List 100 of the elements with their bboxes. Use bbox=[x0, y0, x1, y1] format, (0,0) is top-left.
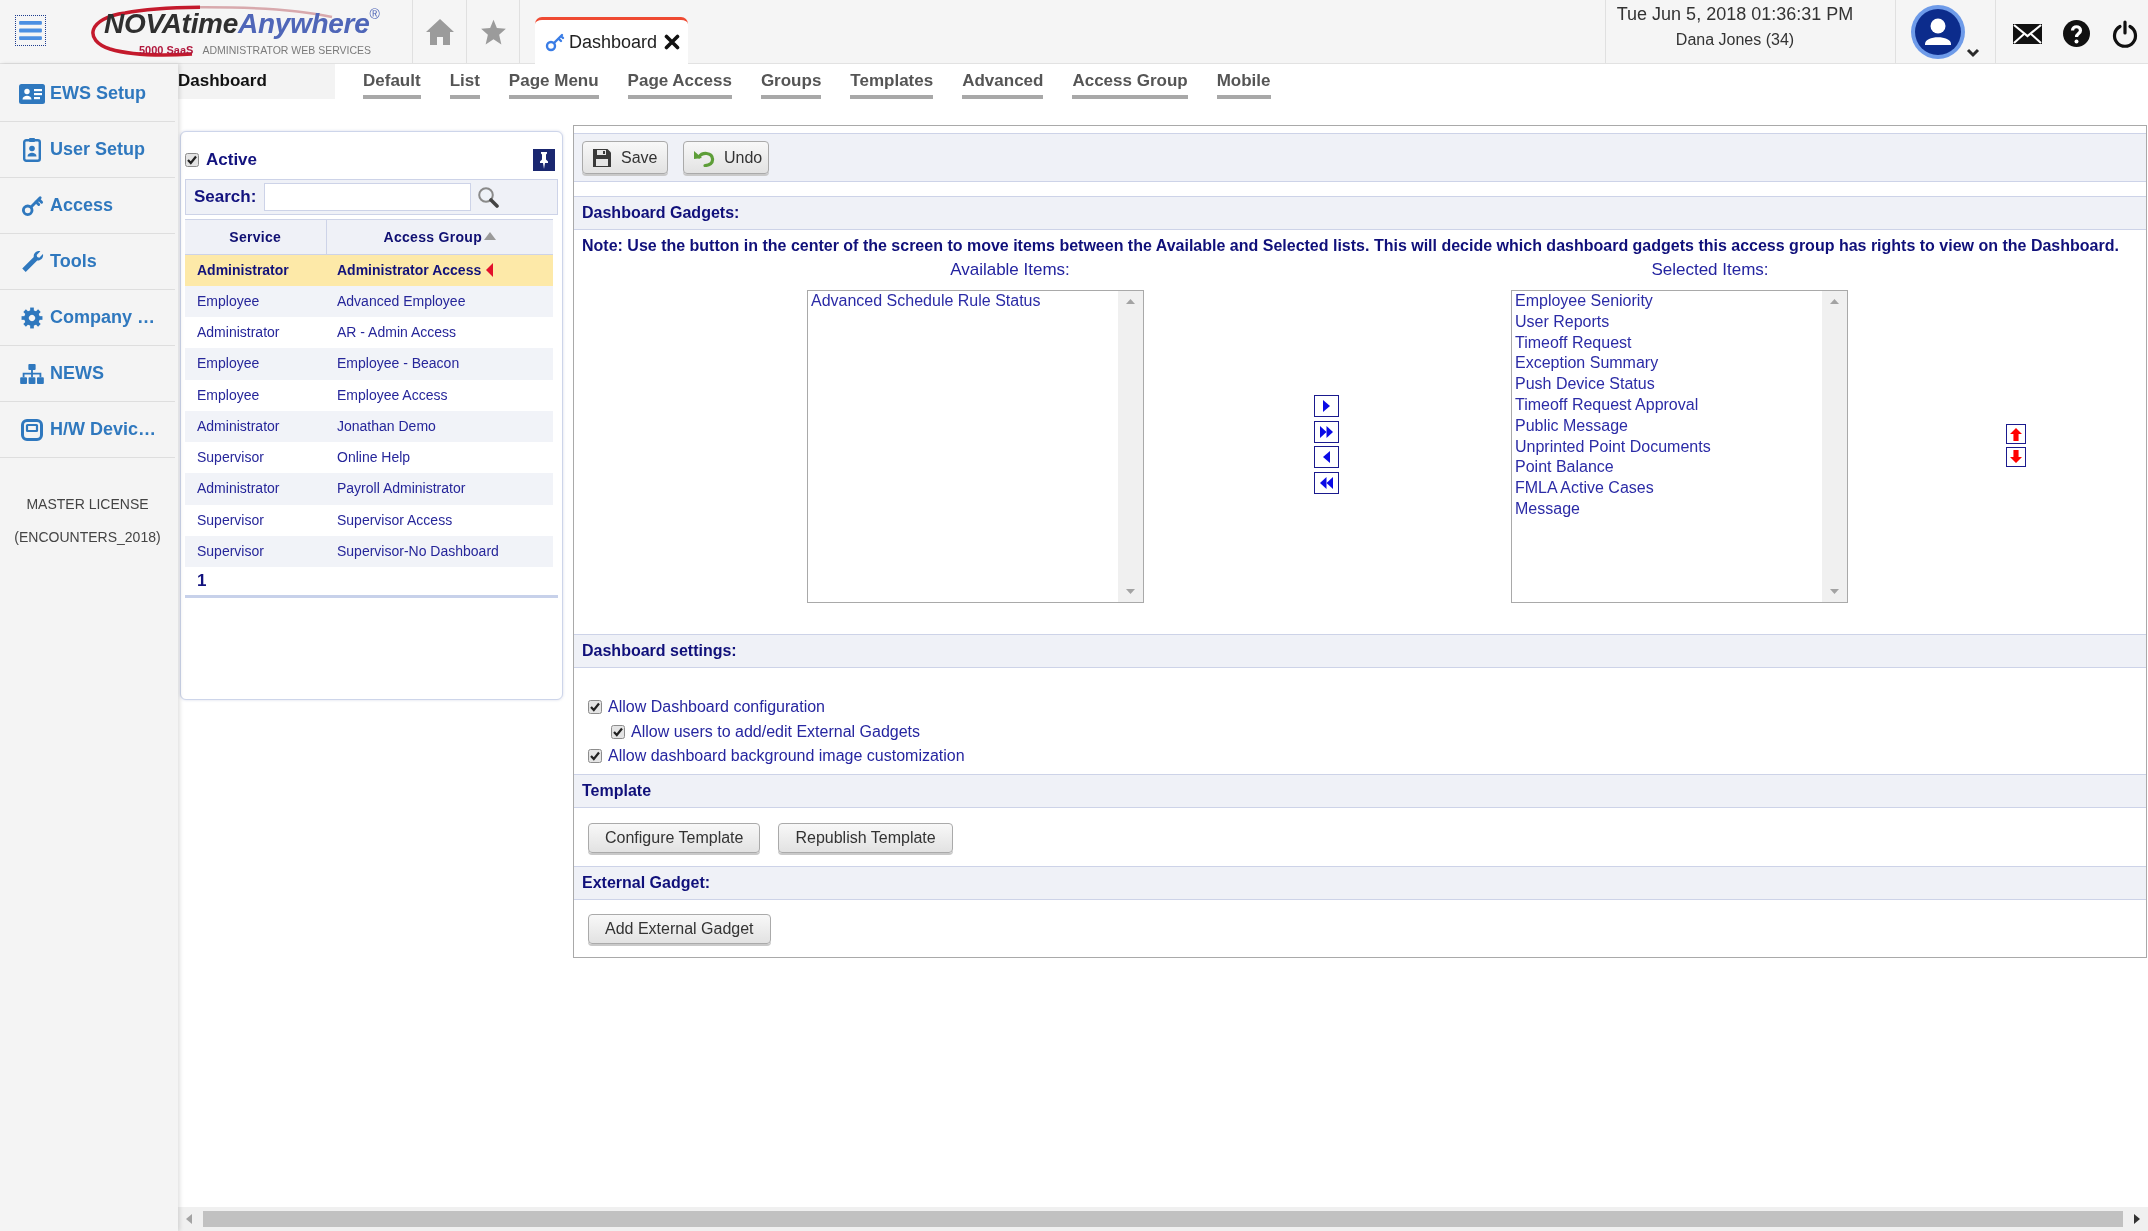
list-title: Available Items: bbox=[950, 260, 1070, 279]
table-cell[interactable]: Online Help bbox=[326, 442, 553, 474]
nav-tab[interactable]: Page Access bbox=[627, 64, 732, 99]
nav-tab[interactable]: Mobile bbox=[1216, 64, 1271, 99]
search-icon[interactable] bbox=[477, 186, 500, 208]
checkbox[interactable] bbox=[588, 700, 602, 715]
list-item[interactable]: Timeoff Request Approval bbox=[1515, 395, 1699, 416]
list-item[interactable]: Unprinted Point Documents bbox=[1515, 436, 1711, 458]
table-cell[interactable]: Payroll Administrator bbox=[326, 473, 553, 505]
nav-tab[interactable]: Advanced bbox=[962, 64, 1044, 99]
page-title: Dashboard bbox=[178, 64, 335, 99]
table-cell[interactable]: Employee Access bbox=[326, 379, 553, 411]
nav-tab[interactable]: List bbox=[449, 64, 480, 99]
table-cell[interactable]: Administrator bbox=[185, 254, 326, 286]
user-name-text: Dana Jones (34) bbox=[1675, 30, 1795, 50]
move-down-button[interactable] bbox=[2006, 446, 2026, 467]
table-cell[interactable]: Supervisor Access bbox=[326, 504, 553, 536]
list-item[interactable]: Exception Summary bbox=[1515, 353, 1659, 375]
nav-tab[interactable]: Groups bbox=[760, 64, 822, 99]
list-item[interactable]: Timeoff Request bbox=[1515, 332, 1632, 354]
chevron-down-icon[interactable] bbox=[1966, 48, 1980, 58]
table-cell[interactable]: Administrator Access bbox=[326, 254, 553, 286]
checkbox[interactable] bbox=[588, 749, 602, 764]
column-header[interactable]: Access Group bbox=[326, 219, 553, 255]
undo-arrow-icon bbox=[693, 148, 715, 167]
sidebar-item[interactable]: EWS Setup bbox=[0, 66, 175, 122]
nav-tab[interactable]: Templates bbox=[850, 64, 934, 99]
list-item[interactable]: FMLA Active Cases bbox=[1515, 478, 1654, 499]
help-icon[interactable] bbox=[2063, 20, 2090, 47]
checkbox[interactable] bbox=[611, 724, 625, 739]
horizontal-scrollbar[interactable] bbox=[178, 1207, 2148, 1231]
section-header: Dashboard settings: bbox=[574, 634, 2146, 668]
home-icon[interactable] bbox=[424, 17, 455, 46]
checkbox-label[interactable]: Allow Dashboard configuration bbox=[608, 695, 825, 720]
table-cell[interactable]: Employee bbox=[185, 285, 326, 317]
list-item[interactable]: Message bbox=[1515, 498, 1580, 520]
scrollbar[interactable] bbox=[1118, 291, 1143, 602]
move-all-right-button[interactable] bbox=[1314, 420, 1339, 443]
close-icon[interactable] bbox=[664, 34, 680, 50]
list-item[interactable]: Push Device Status bbox=[1515, 374, 1655, 395]
save-button[interactable]: Save bbox=[582, 141, 668, 174]
sidebar-item[interactable]: NEWS bbox=[0, 346, 175, 402]
date-time-text: Tue Jun 5, 2018 01:36:31 PM bbox=[1616, 3, 1854, 25]
table-cell[interactable]: AR - Admin Access bbox=[326, 317, 553, 349]
active-label: Active bbox=[206, 149, 258, 172]
checkbox-label[interactable]: Allow dashboard background image customization bbox=[608, 744, 965, 769]
sitemap-icon bbox=[20, 363, 44, 384]
list-item[interactable]: Public Message bbox=[1515, 415, 1628, 437]
table-cell[interactable]: Advanced Employee bbox=[326, 285, 553, 317]
list-item[interactable]: Employee Seniority bbox=[1515, 291, 1653, 312]
power-icon[interactable] bbox=[2111, 19, 2139, 48]
sidebar-item[interactable]: H/W Devic… bbox=[0, 402, 175, 458]
sidebar-item[interactable]: Company … bbox=[0, 290, 175, 346]
star-icon[interactable] bbox=[479, 18, 507, 45]
move-up-button[interactable] bbox=[2006, 424, 2026, 444]
nav-tab[interactable]: Access Group bbox=[1072, 64, 1188, 99]
sidebar-item[interactable]: Tools bbox=[0, 234, 175, 290]
available-items-list[interactable]: Advanced Schedule Rule Status bbox=[807, 290, 1144, 603]
avatar-icon[interactable] bbox=[1910, 4, 1966, 60]
nav-tab[interactable]: Page Menu bbox=[508, 64, 599, 99]
table-cell[interactable]: Supervisor-No Dashboard bbox=[326, 535, 553, 567]
scrollbar[interactable] bbox=[1822, 291, 1847, 602]
table-cell[interactable]: Administrator bbox=[185, 473, 326, 505]
move-right-button[interactable] bbox=[1314, 395, 1339, 417]
list-item[interactable]: Point Balance bbox=[1515, 457, 1614, 479]
list-item[interactable]: Advanced Schedule Rule Status bbox=[811, 291, 1041, 312]
table-cell[interactable]: Supervisor bbox=[185, 504, 326, 536]
menu-button[interactable] bbox=[15, 15, 46, 46]
column-header[interactable]: Service bbox=[185, 219, 326, 255]
move-left-button[interactable] bbox=[1314, 446, 1339, 468]
checkbox-label[interactable]: Allow users to add/edit External Gadgets bbox=[631, 719, 921, 744]
envelope-icon[interactable] bbox=[2013, 23, 2042, 44]
wrench-icon bbox=[20, 250, 44, 273]
move-all-left-button[interactable] bbox=[1314, 471, 1339, 494]
table-cell[interactable]: Administrator bbox=[185, 410, 326, 442]
table-cell[interactable]: Employee bbox=[185, 348, 326, 380]
section-header: Template bbox=[574, 774, 2146, 808]
pin-icon[interactable] bbox=[533, 149, 555, 171]
list-item[interactable]: User Reports bbox=[1515, 311, 1610, 333]
table-cell[interactable]: Jonathan Demo bbox=[326, 410, 553, 442]
double-right-triangle-icon bbox=[1320, 425, 1333, 438]
page-link[interactable]: 1 bbox=[197, 568, 207, 594]
table-cell[interactable]: Supervisor bbox=[185, 442, 326, 474]
table-cell[interactable]: Supervisor bbox=[185, 535, 326, 567]
page-tab[interactable]: Dashboard bbox=[535, 17, 688, 64]
configure-template-button[interactable]: Configure Template bbox=[588, 822, 761, 853]
table-cell[interactable]: Administrator bbox=[185, 317, 326, 349]
device-icon bbox=[21, 418, 43, 441]
sidebar-item[interactable]: Access bbox=[0, 178, 175, 234]
table-cell[interactable]: Employee bbox=[185, 379, 326, 411]
add-gadget-button[interactable]: Add External Gadget bbox=[588, 914, 771, 944]
republish-template-button[interactable]: Republish Template bbox=[778, 822, 953, 853]
undo-button[interactable]: Undo bbox=[683, 141, 769, 174]
table-cell[interactable]: Employee - Beacon bbox=[326, 348, 553, 380]
search-field[interactable] bbox=[264, 183, 472, 211]
checkbox[interactable] bbox=[185, 153, 199, 167]
selected-items-list[interactable]: Employee Seniority User Reports Timeoff Request Exception Summary Push Device Status Timeoff Request Approval Public Message Unprinted Point Documents Point Balance FMLA Active Cases Message bbox=[1511, 290, 1848, 603]
logo-tagline-text: ADMINISTRATOR WEB SERVICES bbox=[202, 43, 372, 58]
sidebar-item[interactable]: User Setup bbox=[0, 122, 175, 178]
nav-tab[interactable]: Default bbox=[363, 64, 421, 99]
